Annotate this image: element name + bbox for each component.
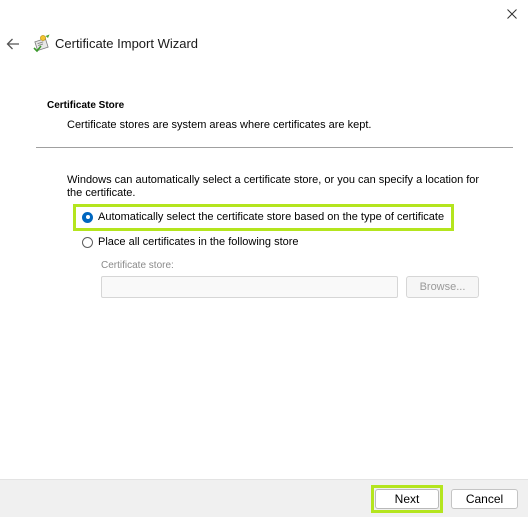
- intro-text: Windows can automatically select a certi…: [67, 174, 480, 199]
- radio-auto-select-store[interactable]: Automatically select the certificate sto…: [82, 210, 444, 224]
- header-divider: [36, 147, 513, 148]
- close-button[interactable]: [496, 0, 528, 28]
- radio-unchecked-icon[interactable]: [82, 236, 93, 248]
- certificate-store-label: Certificate store:: [101, 260, 174, 271]
- close-icon: [507, 9, 517, 19]
- section-title: Certificate Store: [47, 100, 125, 111]
- radio-place-in-store[interactable]: Place all certificates in the following …: [82, 235, 299, 249]
- certificate-wizard-icon: [32, 33, 52, 53]
- wizard-title: Certificate Import Wizard: [55, 36, 199, 51]
- browse-button[interactable]: Browse...: [406, 276, 479, 298]
- radio-auto-label: Automatically select the certificate sto…: [98, 211, 445, 223]
- certificate-store-input[interactable]: [101, 276, 398, 298]
- footer-bar: [0, 479, 528, 517]
- section-description: Certificate stores are system areas wher…: [67, 119, 372, 131]
- radio-checked-icon[interactable]: [82, 211, 93, 223]
- next-button[interactable]: Next: [375, 489, 439, 509]
- back-arrow-icon: [6, 38, 19, 50]
- radio-manual-label: Place all certificates in the following …: [98, 236, 299, 248]
- cancel-button[interactable]: Cancel: [451, 489, 518, 509]
- back-button[interactable]: [2, 33, 24, 55]
